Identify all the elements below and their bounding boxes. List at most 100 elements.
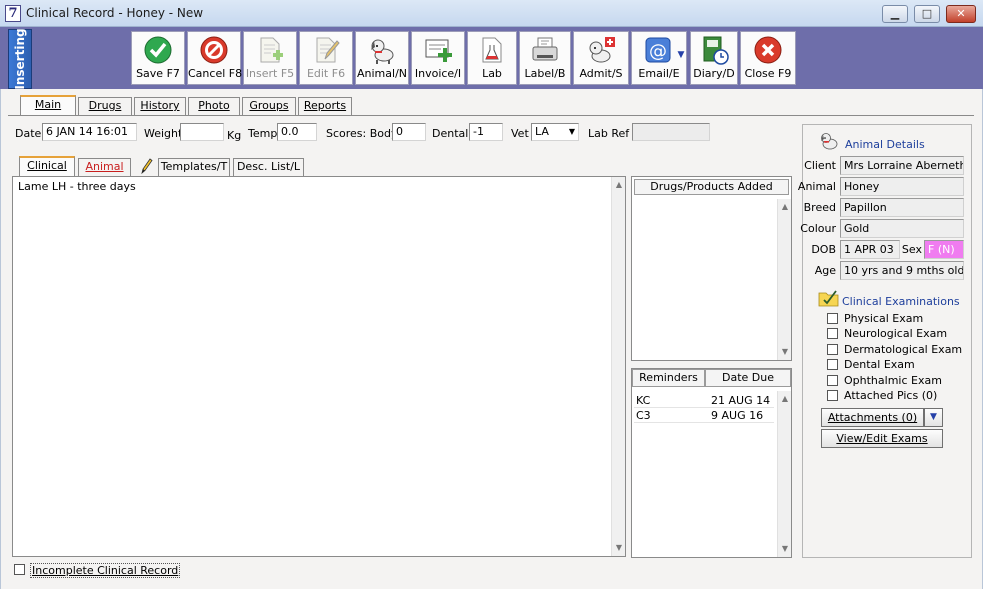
exam-checkbox[interactable] — [827, 359, 838, 371]
email-dropdown-icon[interactable]: ▼ — [675, 50, 687, 62]
attachments-button[interactable]: Attachments (0) — [821, 408, 924, 427]
clinical-notes[interactable]: Lame LH - three days ▲ ▼ — [12, 176, 626, 557]
exam-checkbox[interactable] — [827, 390, 838, 401]
animal-toolbar-label: Animal/N — [357, 67, 407, 80]
reminder-code: KC — [636, 394, 651, 407]
insert-toolbar-button[interactable]: Insert F5 — [243, 31, 297, 85]
minimize-button[interactable]: ▁ — [882, 5, 908, 23]
scroll-down-icon[interactable]: ▼ — [779, 543, 791, 555]
reminders-header: Reminders — [632, 369, 705, 387]
lab-toolbar-button[interactable]: Lab — [467, 31, 517, 85]
tab-drugs[interactable]: Drugs — [78, 97, 132, 115]
weight-field[interactable] — [180, 123, 224, 141]
date-label: Date — [15, 127, 42, 140]
animal-label: Animal — [797, 180, 836, 193]
desc-list-tab[interactable]: Desc. List/L — [233, 158, 304, 176]
scroll-up-icon[interactable]: ▲ — [779, 201, 791, 213]
edit-toolbar-label: Edit F6 — [306, 67, 346, 80]
tab-reports-label: Reports — [303, 99, 347, 112]
attachments-dropdown-icon[interactable]: ▼ — [924, 408, 943, 427]
temp-label: Temp — [248, 127, 278, 140]
tab-reports[interactable]: Reports — [298, 97, 352, 115]
templates-tab[interactable]: Templates/T — [158, 158, 230, 176]
chevron-down-icon: ▼ — [568, 127, 575, 136]
drugs-scrollbar[interactable]: ▲ ▼ — [777, 199, 791, 360]
cancel-icon — [199, 35, 229, 65]
scroll-down-icon[interactable]: ▼ — [779, 346, 791, 358]
edit-toolbar-button[interactable]: Edit F6 — [299, 31, 353, 85]
exam-label: Attached Pics (0) — [844, 389, 938, 402]
tab-photo-label: Photo — [198, 99, 230, 112]
exam-label: Dermatological Exam — [844, 342, 963, 356]
tab-animal-label: Animal — [85, 160, 124, 173]
close-x-icon — [753, 35, 783, 65]
window-close-button[interactable]: ✕ — [946, 5, 976, 23]
pencil-icon[interactable] — [138, 157, 154, 175]
labref-field[interactable] — [632, 123, 710, 141]
reminders-scrollbar[interactable]: ▲ ▼ — [777, 391, 791, 557]
tab-groups[interactable]: Groups — [242, 97, 296, 115]
scroll-down-icon[interactable]: ▼ — [613, 542, 625, 554]
vet-select[interactable]: LA ▼ — [531, 123, 579, 141]
diary-toolbar-button[interactable]: Diary/D — [690, 31, 738, 85]
mode-indicator: Inserting — [8, 28, 32, 90]
label-toolbar-button[interactable]: Label/B — [519, 31, 571, 85]
incomplete-checkbox[interactable] — [14, 564, 25, 575]
tab-photo[interactable]: Photo — [188, 97, 240, 115]
invoice-toolbar-button[interactable]: Invoice/I — [411, 31, 465, 85]
clinical-notes-text: Lame LH - three days — [18, 180, 136, 193]
reminder-row[interactable]: C3 9 AUG 16 — [634, 408, 774, 423]
tab-history[interactable]: History — [134, 97, 186, 115]
reminders-panel: Reminders Date Due KC 21 AUG 14 C3 9 AUG 16… — [631, 368, 792, 558]
tab-main[interactable]: Main — [20, 95, 76, 115]
temp-field[interactable]: 0.0 — [277, 123, 317, 141]
templates-tab-label: Templates/T — [160, 160, 228, 173]
reminder-row[interactable]: KC 21 AUG 14 — [634, 393, 774, 408]
client-label: Client — [804, 159, 836, 172]
close-toolbar-button[interactable]: Close F9 — [740, 31, 796, 85]
dob-field: 1 APR 03 — [840, 240, 900, 259]
tab-drugs-label: Drugs — [88, 99, 122, 112]
admit-toolbar-button[interactable]: Admit/S — [573, 31, 629, 85]
incomplete-label: Incomplete Clinical Record — [30, 563, 181, 578]
exam-checkbox[interactable] — [827, 374, 838, 386]
admit-toolbar-label: Admit/S — [579, 67, 623, 80]
insert-toolbar-label: Insert F5 — [245, 67, 295, 80]
dental-field[interactable]: -1 — [469, 123, 503, 141]
animal-toolbar-button[interactable]: Animal/N — [355, 31, 409, 85]
scroll-up-icon[interactable]: ▲ — [613, 179, 625, 191]
exam-checkbox[interactable] — [827, 328, 838, 340]
dog-icon — [367, 35, 397, 65]
exam-checkbox[interactable] — [827, 343, 838, 355]
tab-separator — [8, 115, 974, 116]
cancel-toolbar-button[interactable]: Cancel F8 — [187, 31, 242, 85]
save-toolbar-label: Save F7 — [136, 67, 180, 80]
app-icon: 7 — [5, 5, 21, 22]
label-toolbar-label: Label/B — [524, 67, 566, 80]
invoice-icon — [423, 35, 453, 65]
maximize-button[interactable]: □ — [914, 5, 940, 23]
tab-clinical[interactable]: Clinical — [19, 156, 75, 176]
folder-check-icon — [818, 288, 840, 308]
view-edit-exams-button[interactable]: View/Edit Exams — [821, 429, 943, 448]
window-title: Clinical Record - Honey - New — [26, 6, 204, 20]
save-toolbar-button[interactable]: Save F7 — [131, 31, 185, 85]
email-toolbar-label: Email/E — [638, 67, 680, 80]
sex-label: Sex — [901, 243, 922, 256]
exam-checkbox[interactable] — [827, 313, 838, 324]
tab-clinical-label: Clinical — [27, 159, 67, 172]
diary-toolbar-label: Diary/D — [693, 67, 735, 80]
date-field[interactable]: 6 JAN 14 16:01 — [42, 123, 137, 141]
notes-scrollbar[interactable]: ▲ ▼ — [611, 177, 625, 556]
age-label: Age — [814, 264, 836, 277]
tab-animal[interactable]: Animal — [78, 158, 131, 176]
exam-label: Ophthalmic Exam — [844, 373, 942, 387]
colour-label: Colour — [800, 222, 836, 235]
colour-field: Gold — [840, 219, 964, 238]
reminder-code: C3 — [636, 409, 651, 422]
insert-document-icon — [255, 35, 285, 65]
scroll-up-icon[interactable]: ▲ — [779, 393, 791, 405]
mode-label: Inserting — [13, 28, 27, 90]
date-due-header: Date Due — [705, 369, 791, 387]
scores-body-field[interactable]: 0 — [392, 123, 426, 141]
